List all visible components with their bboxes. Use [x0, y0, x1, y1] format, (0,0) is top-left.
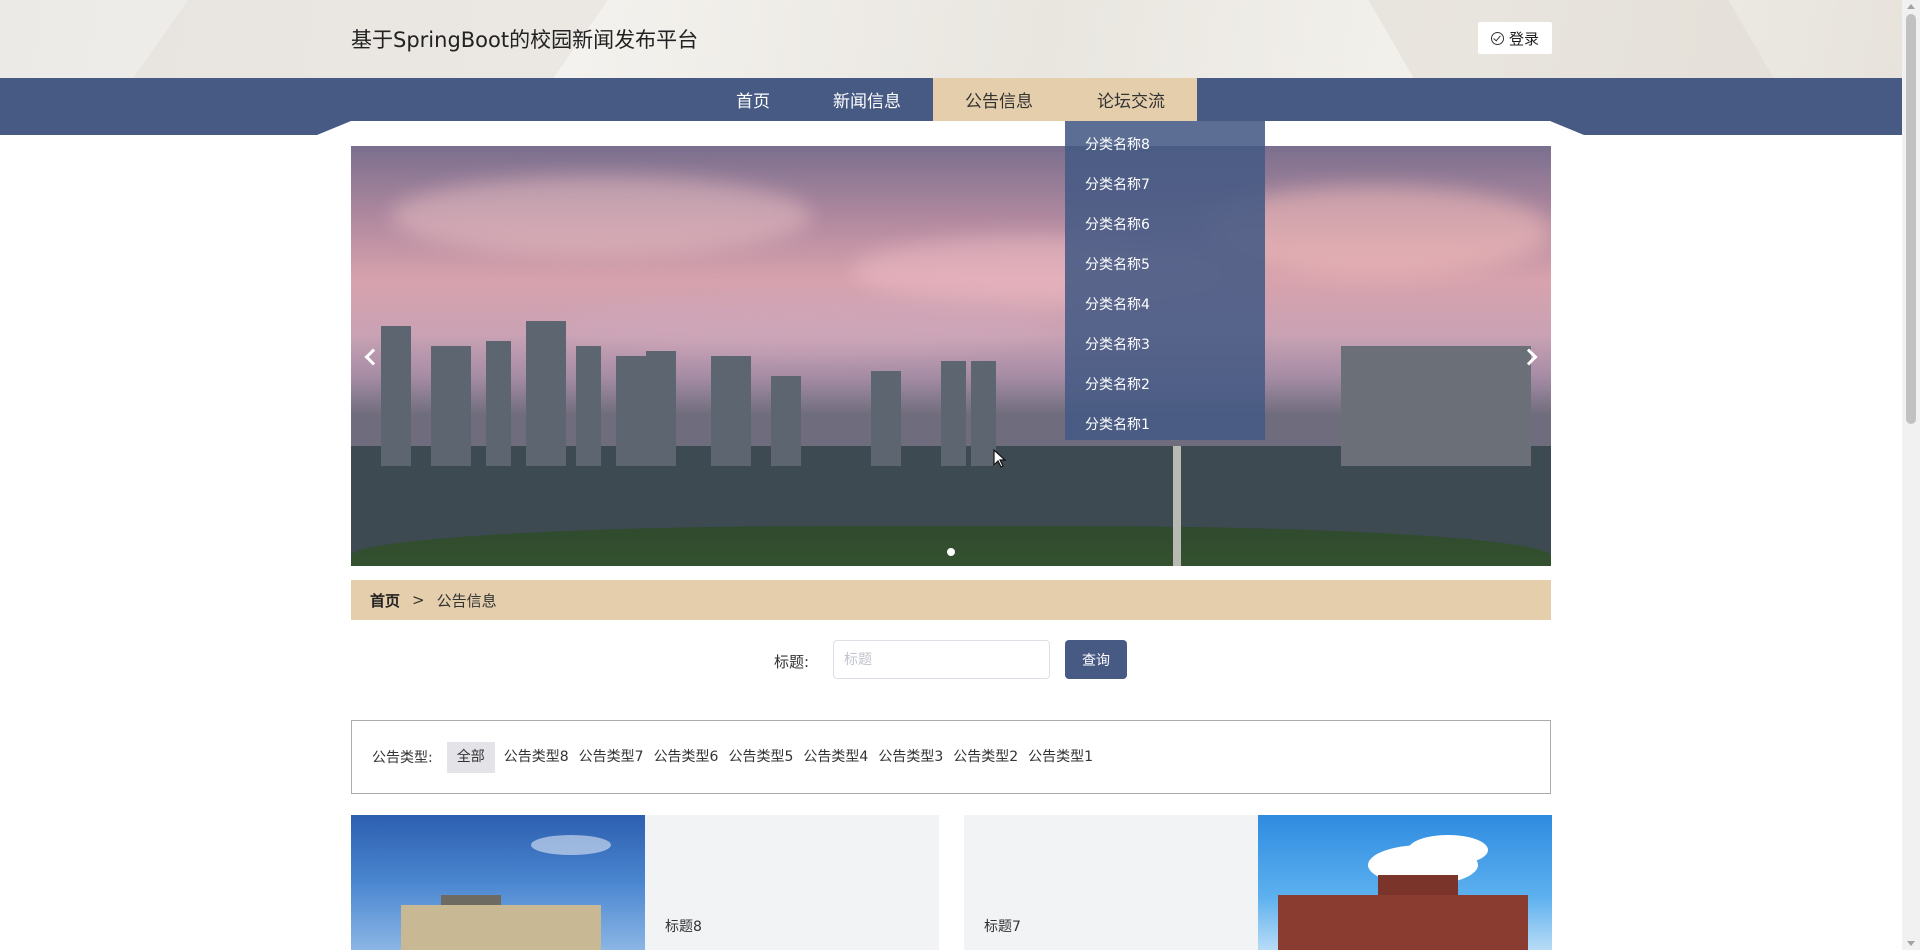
filter-item[interactable]: 公告类型4 [798, 742, 873, 773]
nav-item-news[interactable]: 新闻信息 [815, 78, 919, 121]
card-title: 标题7 [984, 919, 1021, 935]
dropdown-item[interactable]: 分类名称7 [1065, 165, 1265, 205]
breadcrumb-current: 公告信息 [436, 591, 497, 610]
carousel-prev-arrow[interactable] [361, 342, 385, 372]
header-decoration [1333, 0, 1787, 78]
nav-items: 首页 新闻信息 公告信息 论坛交流 [0, 78, 1902, 121]
filter-item[interactable]: 公告类型2 [948, 742, 1023, 773]
announcement-card[interactable]: 标题8 [351, 815, 939, 950]
banner-carousel [351, 146, 1551, 566]
nav-item-home[interactable]: 首页 [718, 78, 788, 121]
header: 基于SpringBoot的校园新闻发布平台 登录 [0, 0, 1902, 78]
card-title: 标题8 [665, 919, 702, 935]
filter-item-all[interactable]: 全部 [446, 741, 495, 773]
dropdown-item[interactable]: 分类名称4 [1065, 285, 1265, 325]
dropdown-item[interactable]: 分类名称8 [1065, 125, 1265, 165]
filter-item[interactable]: 公告类型1 [1023, 742, 1098, 773]
dropdown-item[interactable]: 分类名称3 [1065, 325, 1265, 365]
scroll-down-icon[interactable] [1907, 941, 1915, 946]
login-label: 登录 [1508, 29, 1539, 48]
nav-item-announcements[interactable]: 公告信息 [933, 78, 1065, 121]
breadcrumb-home[interactable]: 首页 [370, 590, 400, 611]
page-scrollbar[interactable] [1902, 0, 1920, 950]
carousel-indicator[interactable] [947, 548, 955, 556]
nav-item-forum[interactable]: 论坛交流 [1065, 78, 1197, 121]
dropdown-item[interactable]: 分类名称1 [1065, 405, 1265, 445]
card-image [1258, 815, 1552, 950]
filter-item[interactable]: 公告类型6 [649, 742, 724, 773]
chevron-left-icon [364, 348, 382, 366]
dropdown-item[interactable]: 分类名称5 [1065, 245, 1265, 285]
scroll-up-icon[interactable] [1907, 4, 1915, 9]
carousel-next-arrow[interactable] [1517, 342, 1541, 372]
card-image [351, 815, 645, 950]
site-title: 基于SpringBoot的校园新闻发布平台 [351, 28, 699, 52]
search-label: 标题: [774, 653, 810, 671]
search-button[interactable]: 查询 [1065, 640, 1127, 679]
scrollbar-thumb[interactable] [1906, 14, 1916, 424]
mouse-cursor-icon [993, 449, 1007, 468]
nav-decoration [0, 121, 1902, 135]
login-button[interactable]: 登录 [1478, 22, 1552, 54]
breadcrumb-separator: > [412, 591, 425, 609]
announcement-type-filter: 公告类型: 全部 公告类型8 公告类型7 公告类型6 公告类型5 公告类型4 公… [351, 720, 1551, 794]
breadcrumb: 首页 > 公告信息 [351, 580, 1551, 620]
dropdown-item[interactable]: 分类名称6 [1065, 205, 1265, 245]
check-circle-icon [1490, 31, 1504, 45]
announcement-card[interactable]: 标题7 [964, 815, 1552, 950]
filter-item[interactable]: 公告类型7 [574, 742, 649, 773]
filter-label: 公告类型: [372, 750, 433, 766]
filter-item[interactable]: 公告类型5 [723, 742, 798, 773]
title-search-input[interactable] [833, 640, 1050, 679]
filter-item[interactable]: 公告类型3 [873, 742, 948, 773]
forum-dropdown-menu: 分类名称8 分类名称7 分类名称6 分类名称5 分类名称4 分类名称3 分类名称… [1065, 121, 1265, 440]
dropdown-item[interactable]: 分类名称2 [1065, 365, 1265, 405]
chevron-right-icon [1520, 348, 1538, 366]
filter-item[interactable]: 公告类型8 [499, 742, 574, 773]
